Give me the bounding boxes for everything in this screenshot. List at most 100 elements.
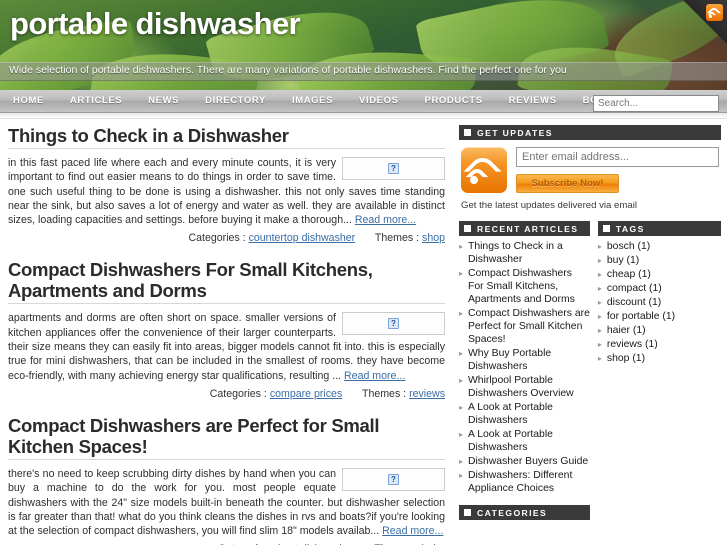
list-item[interactable]: shop (1): [598, 352, 721, 365]
post-thumbnail: ?: [342, 312, 445, 336]
tag-link[interactable]: shop (1): [607, 353, 645, 364]
tag-link[interactable]: discount (1): [607, 297, 661, 308]
tag-link[interactable]: buy (1): [607, 255, 639, 266]
post-thumbnail: ?: [342, 467, 445, 491]
updates-note: Get the latest updates delivered via ema…: [461, 200, 637, 211]
widget-recent-articles: RECENT ARTICLES Things to Check in a Dis…: [459, 221, 590, 520]
square-bullet-icon: [464, 225, 471, 232]
list-item[interactable]: buy (1): [598, 254, 721, 267]
post-body: ? there's no need to keep scrubbing dirt…: [8, 467, 445, 538]
list-item[interactable]: discount (1): [598, 296, 721, 309]
nav-link-videos[interactable]: VIDEOS: [346, 90, 412, 112]
nav-link-products[interactable]: PRODUCTS: [412, 90, 496, 112]
read-more-link[interactable]: Read more...: [382, 525, 443, 537]
recent-link[interactable]: Things to Check in a Dishwasher: [468, 241, 563, 265]
nav-item-reviews[interactable]: REVIEWS: [496, 90, 570, 112]
post-title: Compact Dishwashers For Small Kitchens, …: [8, 259, 445, 305]
tag-link[interactable]: bosch (1): [607, 241, 650, 252]
nav-item-articles[interactable]: ARTICLES: [57, 90, 135, 112]
recent-link[interactable]: A Look at Portable Dishwashers: [468, 429, 553, 453]
category-link[interactable]: compare prices: [270, 388, 342, 400]
list-item[interactable]: haier (1): [598, 324, 721, 337]
category-link[interactable]: countertop dishwasher: [249, 232, 356, 244]
widget-title: CATEGORIES: [477, 507, 548, 518]
nav-link-reviews[interactable]: REVIEWS: [496, 90, 570, 112]
recent-link[interactable]: Whirlpool Portable Dishwashers Overview: [468, 375, 574, 399]
post-thumbnail: ?: [342, 157, 445, 180]
site-banner: portable dishwasher Wide selection of po…: [0, 0, 727, 90]
main-content: Things to Check in a Dishwasher ? in thi…: [0, 125, 455, 545]
list-item[interactable]: reviews (1): [598, 338, 721, 351]
recent-link[interactable]: A Look at Portable Dishwashers: [468, 402, 553, 426]
recent-link[interactable]: Compact Dishwashers For Small Kitchens, …: [468, 268, 575, 305]
broken-image-icon: ?: [388, 318, 399, 330]
nav-item-directory[interactable]: DIRECTORY: [192, 90, 279, 112]
list-item[interactable]: A Look at Portable Dishwashers: [459, 401, 590, 427]
recent-link[interactable]: Compact Dishwashers are Perfect for Smal…: [468, 308, 590, 345]
widget-header-categories: CATEGORIES: [459, 505, 590, 520]
post-body: ? in this fast paced life where each and…: [8, 156, 445, 227]
tags-list: bosch (1) buy (1) cheap (1) compact (1) …: [598, 240, 721, 365]
widget-title: RECENT ARTICLES: [477, 223, 579, 234]
post-meta: Categories : compare prices Themes : rev…: [8, 388, 445, 400]
list-item[interactable]: Dishwashers: Different Appliance Choices: [459, 469, 590, 495]
read-more-link[interactable]: Read more...: [355, 214, 416, 226]
nav-item-news[interactable]: NEWS: [135, 90, 192, 112]
nav-link-articles[interactable]: ARTICLES: [57, 90, 135, 112]
email-field[interactable]: [516, 147, 719, 167]
nav-item-products[interactable]: PRODUCTS: [412, 90, 496, 112]
article-post: Compact Dishwashers For Small Kitchens, …: [8, 259, 445, 400]
broken-image-icon: ?: [388, 163, 399, 174]
nav-link-home[interactable]: HOME: [0, 90, 57, 112]
nav-item-home[interactable]: HOME: [0, 90, 57, 112]
square-bullet-icon: [464, 129, 471, 136]
theme-link[interactable]: shop: [422, 232, 445, 244]
recent-link[interactable]: Dishwashers: Different Appliance Choices: [468, 470, 572, 494]
rss-icon[interactable]: [706, 4, 723, 21]
main-navigation: HOME ARTICLES NEWS DIRECTORY IMAGES VIDE…: [0, 90, 727, 113]
read-more-link[interactable]: Read more...: [344, 370, 405, 382]
tag-link[interactable]: cheap (1): [607, 269, 651, 280]
tag-link[interactable]: for portable (1): [607, 311, 675, 322]
widget-title: GET UPDATES: [477, 127, 553, 138]
rss-icon: [461, 147, 507, 193]
site-tagline: Wide selection of portable dishwashers. …: [9, 64, 567, 76]
list-item[interactable]: Whirlpool Portable Dishwashers Overview: [459, 374, 590, 400]
list-item[interactable]: A Look at Portable Dishwashers: [459, 428, 590, 454]
list-item[interactable]: Dishwasher Buyers Guide: [459, 455, 590, 468]
post-title: Things to Check in a Dishwasher: [8, 125, 445, 149]
site-title: portable dishwasher: [10, 6, 301, 41]
search-input[interactable]: [593, 95, 719, 112]
list-item[interactable]: Compact Dishwashers are Perfect for Smal…: [459, 307, 590, 346]
widget-get-updates: GET UPDATES Subscribe Now! Get the lates…: [459, 125, 721, 211]
subscribe-button[interactable]: Subscribe Now!: [516, 174, 619, 193]
updates-body: Subscribe Now!: [459, 140, 721, 197]
nav-link-directory[interactable]: DIRECTORY: [192, 90, 279, 112]
article-post: Things to Check in a Dishwasher ? in thi…: [8, 125, 445, 244]
list-item[interactable]: cheap (1): [598, 268, 721, 281]
nav-link-images[interactable]: IMAGES: [279, 90, 346, 112]
widget-header: GET UPDATES: [459, 125, 721, 140]
theme-link[interactable]: reviews: [409, 388, 445, 400]
list-item[interactable]: Why Buy Portable Dishwashers: [459, 347, 590, 373]
widget-header: TAGS: [597, 221, 721, 236]
sidebar-columns: RECENT ARTICLES Things to Check in a Dis…: [459, 221, 721, 520]
tag-link[interactable]: reviews (1): [607, 339, 658, 350]
categories-label: Categories :: [209, 387, 267, 400]
recent-link[interactable]: Dishwasher Buyers Guide: [468, 456, 588, 467]
nav-link-news[interactable]: NEWS: [135, 90, 192, 112]
recent-link[interactable]: Why Buy Portable Dishwashers: [468, 348, 551, 372]
list-item[interactable]: Things to Check in a Dishwasher: [459, 240, 590, 266]
list-item[interactable]: Compact Dishwashers For Small Kitchens, …: [459, 267, 590, 306]
nav-item-images[interactable]: IMAGES: [279, 90, 346, 112]
widget-header: RECENT ARTICLES: [459, 221, 590, 236]
page-body: Things to Check in a Dishwasher ? in thi…: [0, 119, 727, 545]
recent-articles-list: Things to Check in a Dishwasher Compact …: [459, 240, 590, 495]
tag-link[interactable]: haier (1): [607, 325, 646, 336]
list-item[interactable]: bosch (1): [598, 240, 721, 253]
list-item[interactable]: compact (1): [598, 282, 721, 295]
list-item[interactable]: for portable (1): [598, 310, 721, 323]
nav-item-videos[interactable]: VIDEOS: [346, 90, 412, 112]
tag-link[interactable]: compact (1): [607, 283, 662, 294]
square-bullet-icon: [464, 509, 471, 516]
